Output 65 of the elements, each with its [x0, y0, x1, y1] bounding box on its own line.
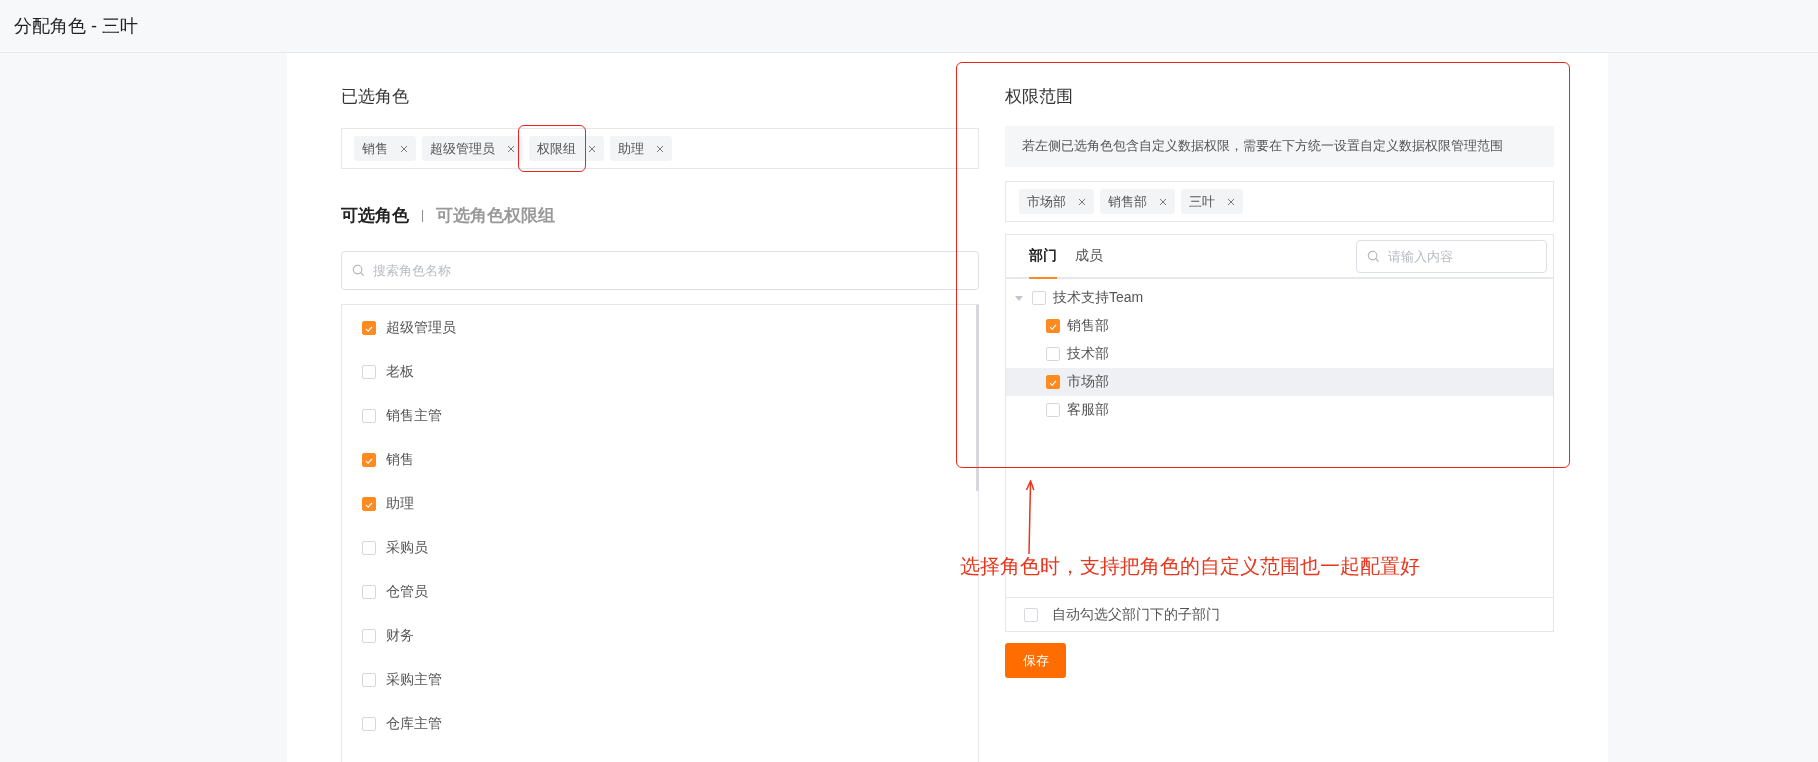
close-icon[interactable]: [656, 144, 664, 153]
close-icon[interactable]: [400, 144, 408, 153]
role-label: 销售: [386, 451, 414, 469]
tab[interactable]: 部门: [1029, 235, 1057, 279]
checkbox[interactable]: [362, 673, 376, 687]
search-field[interactable]: 搜索角色名称: [341, 251, 979, 290]
checkbox[interactable]: [362, 321, 376, 335]
role-label: 超级管理员: [386, 319, 456, 337]
tree-label: 销售部: [1067, 317, 1109, 335]
tree-label: 技术支持Team: [1053, 289, 1144, 307]
close-icon[interactable]: [588, 144, 596, 153]
annotation-text: 选择角色时，支持把角色的自定义范围也一起配置好: [960, 554, 1420, 579]
checkbox[interactable]: [1032, 291, 1046, 305]
tree-label: 技术部: [1067, 345, 1109, 363]
tree-row[interactable]: 市场部: [1006, 368, 1553, 396]
tag-label: 销售部: [1108, 192, 1147, 211]
checkbox[interactable]: [1046, 319, 1060, 333]
role-label: 财务: [386, 627, 414, 645]
scope-field[interactable]: 市场部 销售部 三叶: [1005, 181, 1554, 222]
checkbox[interactable]: [362, 541, 376, 555]
search-icon: [1367, 249, 1380, 263]
role-label: 老板: [386, 363, 414, 381]
tab-separator: |: [421, 208, 425, 222]
tag-label: 市场部: [1027, 192, 1066, 211]
hint-text: 若左侧已选角色包含自定义数据权限，需要在下方统一设置自定义数据权限管理范围: [1005, 126, 1554, 167]
role-label: 采购员: [386, 539, 428, 557]
role-label: 仓管员: [386, 583, 428, 601]
close-icon[interactable]: [507, 144, 515, 153]
close-icon[interactable]: [1227, 197, 1235, 206]
tree-row[interactable]: 销售部: [1006, 312, 1553, 340]
role-label: 助理: [386, 495, 414, 513]
section-title: 已选角色: [341, 86, 410, 108]
checkbox-label: 自动勾选父部门下的子部门: [1052, 605, 1220, 624]
window-title: 分配角色 - 三叶: [14, 15, 138, 38]
search-icon: [352, 264, 365, 277]
tree-row[interactable]: 技术部: [1006, 340, 1553, 368]
search-field[interactable]: 请输入内容: [1356, 239, 1547, 273]
close-icon[interactable]: [1159, 197, 1167, 206]
checkbox[interactable]: [1046, 347, 1060, 361]
tag-label: 助理: [618, 139, 644, 158]
checkbox[interactable]: [362, 497, 376, 511]
tag-label: 三叶: [1189, 192, 1215, 211]
section-title: 权限范围: [1005, 86, 1074, 108]
close-icon[interactable]: [1078, 197, 1086, 206]
checkbox[interactable]: [1024, 607, 1038, 622]
checkbox[interactable]: [362, 629, 376, 643]
checkbox[interactable]: [1046, 375, 1060, 389]
tag-label: 销售: [362, 139, 388, 158]
role-label: 销售主管: [386, 407, 442, 425]
tab[interactable]: 可选角色: [341, 203, 409, 227]
checkbox[interactable]: [362, 585, 376, 599]
tab[interactable]: 成员: [1075, 235, 1103, 279]
selected-roles-field[interactable]: 销售 超级管理员 权限组 助理: [341, 128, 979, 169]
tree-row[interactable]: 客服部: [1006, 396, 1553, 424]
checkbox[interactable]: [362, 717, 376, 731]
tree-label: 客服部: [1067, 401, 1109, 419]
checkbox[interactable]: [362, 409, 376, 423]
checkbox[interactable]: [362, 365, 376, 379]
checkbox[interactable]: [362, 453, 376, 467]
tree-label: 市场部: [1067, 373, 1109, 391]
tag-label: 权限组: [537, 139, 576, 158]
role-label: 仓库主管: [386, 715, 442, 733]
role-label: 采购主管: [386, 671, 442, 689]
checkbox[interactable]: [1046, 403, 1060, 417]
tag-label: 超级管理员: [430, 139, 495, 158]
